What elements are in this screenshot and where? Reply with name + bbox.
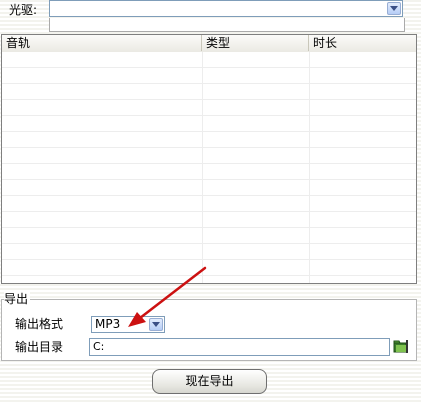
format-select-value: MP3 (95, 317, 121, 331)
chevron-down-icon[interactable] (149, 318, 163, 331)
column-divider (202, 52, 203, 283)
column-header-type[interactable]: 类型 (202, 35, 309, 51)
format-select[interactable]: MP3 (91, 316, 165, 333)
drive-info-field (49, 18, 405, 32)
output-dir-input[interactable]: C: (89, 338, 390, 356)
track-list-body (2, 52, 416, 283)
export-group-title: 导出 (4, 292, 31, 306)
drive-select[interactable] (49, 0, 403, 17)
dir-label: 输出目录 (15, 340, 64, 354)
format-label: 输出格式 (15, 317, 64, 331)
drive-label: 光驱: (9, 3, 38, 17)
export-now-button[interactable]: 现在导出 (152, 369, 267, 394)
column-header-track[interactable]: 音轨 (2, 35, 202, 51)
chevron-down-icon[interactable] (387, 2, 401, 15)
track-list-header: 音轨 类型 时长 (2, 35, 416, 53)
column-divider (309, 52, 310, 283)
column-header-duration[interactable]: 时长 (309, 35, 416, 51)
folder-icon[interactable] (393, 339, 409, 354)
track-list[interactable]: 音轨 类型 时长 (1, 34, 417, 284)
